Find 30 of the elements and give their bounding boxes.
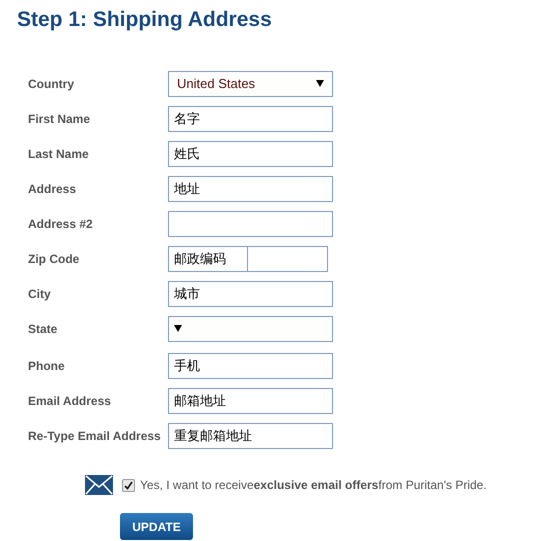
opt-in-text: Yes, I want to receiveexclusive email offersfrom Puritan's Pride. — [140, 478, 487, 492]
input-field[interactable]: 邮箱地址 — [168, 388, 333, 414]
envelope-icon — [85, 475, 113, 495]
input-field[interactable] — [248, 246, 328, 272]
field-label: Last Name — [28, 146, 90, 160]
select-field[interactable]: United States — [168, 70, 333, 96]
field-label: City — [28, 286, 52, 300]
field-label: First Name — [28, 112, 92, 126]
input-field[interactable]: 地址 — [168, 176, 333, 202]
field-label: Re-Type Email Address — [28, 428, 162, 442]
field-label: State — [28, 322, 58, 336]
field-label: Phone — [28, 358, 66, 372]
checkbox[interactable] — [122, 478, 135, 492]
input-field[interactable]: 城市 — [168, 280, 333, 306]
input-field[interactable]: 名字 — [168, 106, 333, 132]
field-label: Address — [28, 182, 78, 196]
input-field[interactable]: 姓氏 — [168, 140, 333, 166]
field-label: Country — [28, 76, 75, 90]
update-button[interactable]: UPDATE — [120, 513, 193, 540]
input-field[interactable]: 邮政编码 — [168, 246, 248, 272]
caret-icon — [174, 325, 182, 332]
page-title: Step 1: Shipping Address — [17, 8, 273, 32]
input-field[interactable] — [168, 210, 333, 236]
input-field[interactable]: 手机 — [168, 352, 333, 378]
caret-icon — [316, 80, 324, 87]
field-label: Email Address — [28, 394, 112, 408]
field-label: Address #2 — [28, 216, 94, 230]
field-label: Zip Code — [28, 252, 80, 266]
select-field[interactable] — [168, 316, 333, 342]
input-field[interactable]: 重复邮箱地址 — [168, 422, 333, 448]
